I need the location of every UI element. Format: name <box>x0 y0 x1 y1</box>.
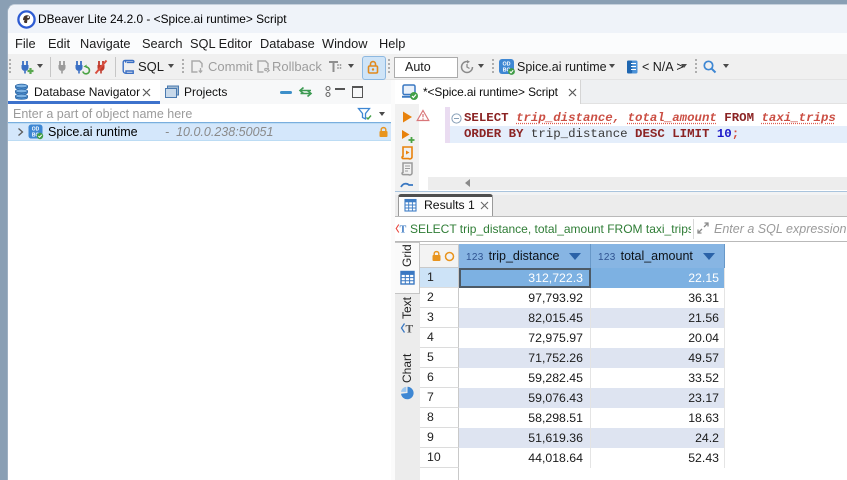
svg-text:T: T <box>406 324 414 336</box>
svg-text:T: T <box>400 225 407 236</box>
